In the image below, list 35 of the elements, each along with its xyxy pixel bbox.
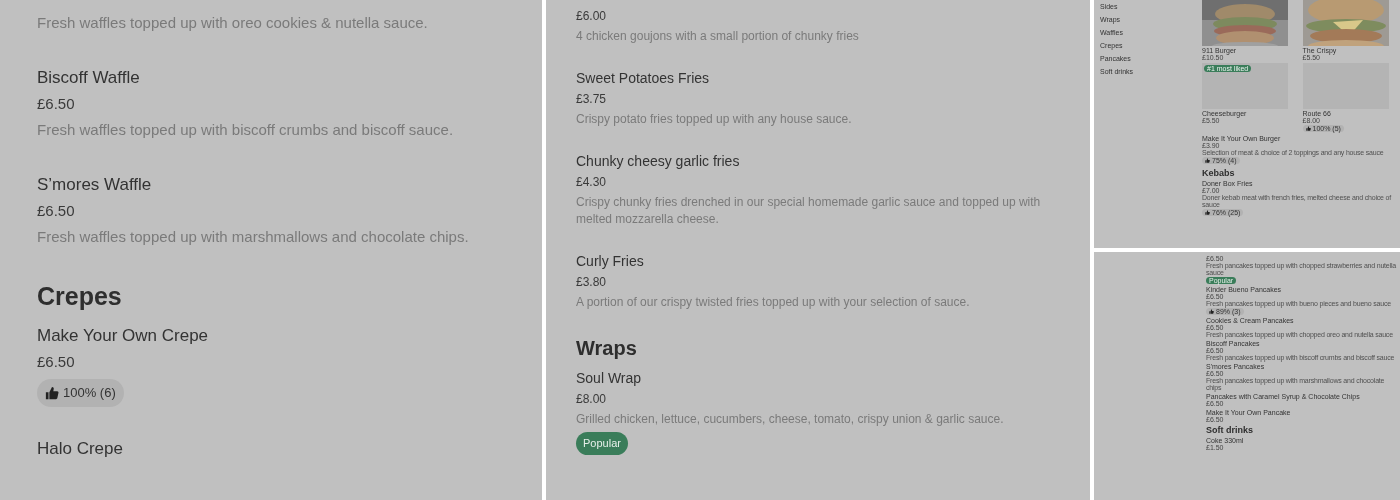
item-description: Fresh waffles topped up with marshmallows and chocolate chips. xyxy=(37,227,469,247)
thumbs-up-icon xyxy=(45,385,59,400)
item-price: £8.00 xyxy=(576,391,607,408)
item-price: £6.50 xyxy=(37,352,75,372)
item-name[interactable]: Sweet Potatoes Fries xyxy=(576,68,710,89)
section-heading: Wraps xyxy=(576,336,638,361)
item-name[interactable]: S’mores Waffle xyxy=(37,172,152,198)
item-name[interactable]: Halo Crepe xyxy=(37,435,123,462)
item-description: Grilled chicken, lettuce, cucumbers, cheese, tomato, crispy union & garlic sauce. xyxy=(576,411,1004,428)
rating-text: 100% (6) xyxy=(63,384,116,402)
section-heading: Soft drinks xyxy=(1206,425,1254,436)
section-heading: Crepes xyxy=(37,281,123,312)
section-heading: Kebabs xyxy=(1202,168,1236,179)
item-description: Fresh waffles topped up with biscoff crumbs and biscoff sauce. xyxy=(37,120,454,140)
item-price: £6.00 xyxy=(576,8,607,25)
item-price: £6.50 xyxy=(37,201,75,221)
thumbs-up-icon xyxy=(1205,158,1210,163)
item-name[interactable]: Curly Fries xyxy=(576,251,644,272)
item-description: 4 chicken goujons with a small portion of chunky fries xyxy=(576,28,859,45)
item-name[interactable]: Soul Wrap xyxy=(576,368,642,389)
item-price: £4.30 xyxy=(576,174,607,191)
item-name[interactable]: Make Your Own Crepe xyxy=(37,323,209,349)
item-price: £3.80 xyxy=(576,274,607,291)
item-description: Crispy potato fries topped up with any house sauce. xyxy=(576,111,852,128)
thumbs-up-icon xyxy=(1209,309,1214,314)
item-description: Fresh waffles topped up with oreo cookies & nutella sauce. xyxy=(37,13,428,33)
item-name[interactable]: Chunky cheesy garlic fries xyxy=(576,151,740,172)
item-price: £6.50 xyxy=(37,94,75,114)
item-description: A portion of our crispy twisted fries topped up with your selection of sauce. xyxy=(576,294,970,311)
popular-badge: Popular xyxy=(576,432,628,455)
item-description: Crispy chunky fries drenched in our special homemade garlic sauce and topped up with melted mozzarella cheese. xyxy=(576,194,1042,228)
item-name[interactable]: Biscoff Waffle xyxy=(37,65,140,91)
item-price: £3.75 xyxy=(576,91,607,108)
thumbs-up-icon xyxy=(1305,126,1311,131)
thumbs-up-icon xyxy=(1205,210,1210,215)
